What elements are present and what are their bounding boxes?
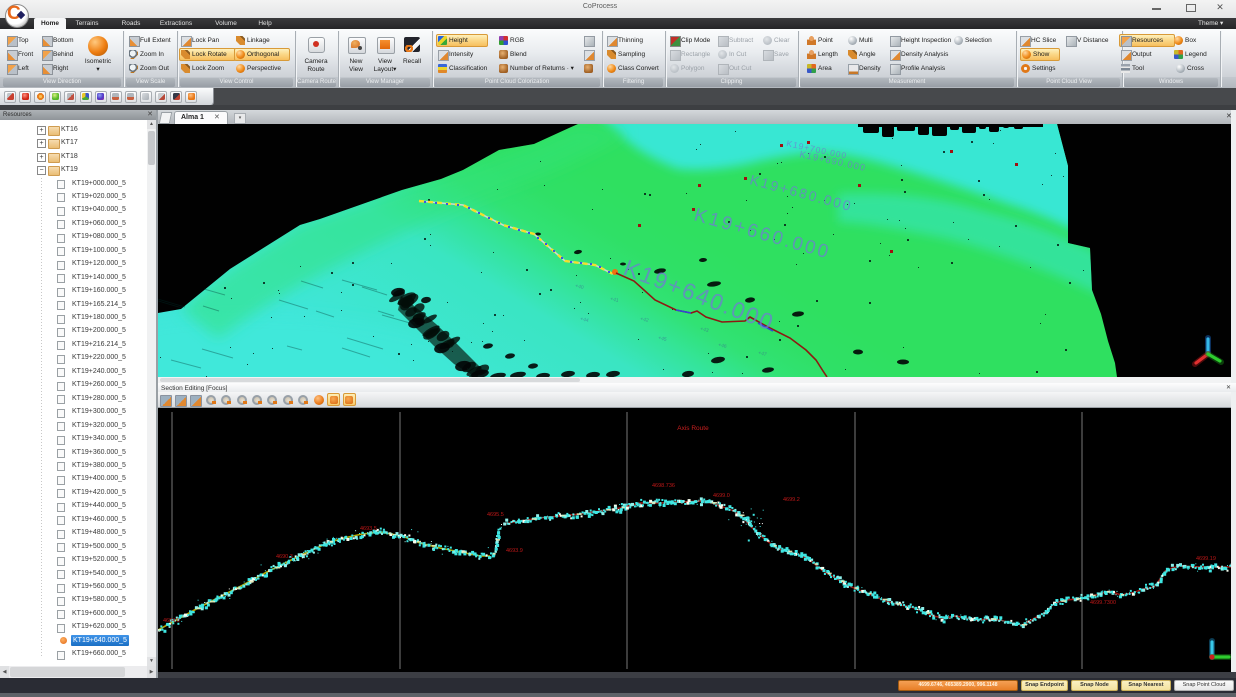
svg-text:4698.736: 4698.736 — [652, 483, 675, 489]
svg-text:4699.0: 4699.0 — [713, 493, 730, 499]
svg-text:4690.3: 4690.3 — [276, 554, 293, 560]
svg-text:4695.5: 4695.5 — [487, 512, 504, 518]
svg-text:4684.9: 4684.9 — [163, 618, 180, 624]
svg-text:4699.19: 4699.19 — [1196, 556, 1216, 562]
svg-text:Axis Route: Axis Route — [677, 425, 709, 432]
svg-text:4699.7300: 4699.7300 — [1090, 600, 1116, 606]
svg-text:4693.5: 4693.5 — [360, 526, 377, 532]
svg-text:4693.9: 4693.9 — [506, 548, 523, 554]
svg-text:4699.2: 4699.2 — [783, 497, 800, 503]
